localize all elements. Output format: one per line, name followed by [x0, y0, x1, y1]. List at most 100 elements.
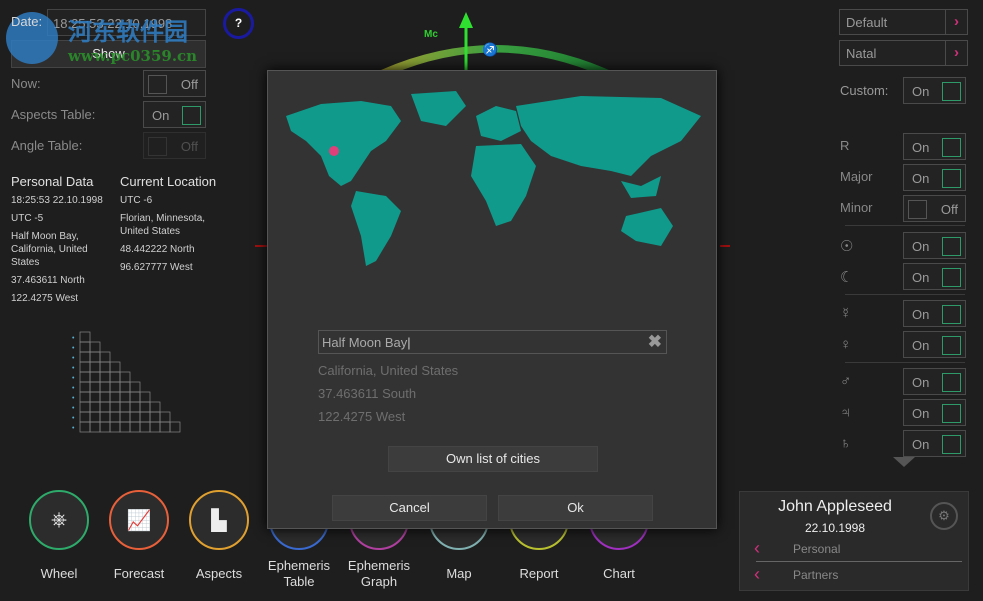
aspect-cell [139, 411, 151, 423]
planet-glyph: • [72, 395, 75, 402]
aspect-cell [129, 411, 141, 423]
chevron-right-icon[interactable]: › [945, 41, 967, 65]
aspect-cell [79, 401, 91, 413]
current-lon: 96.627777 West [120, 262, 193, 273]
aspect-cell [89, 401, 101, 413]
aspect-cell [119, 411, 131, 423]
chevron-right-icon[interactable]: › [945, 10, 967, 34]
aspect-cell [109, 391, 121, 403]
toggle-state: Off [180, 77, 198, 92]
now-label: Now: [11, 76, 41, 91]
personal-place: Half Moon Bay, California, United States [11, 231, 88, 268]
sagittarius-icon: ♐ [482, 42, 499, 57]
aspects-table-toggle[interactable]: On [143, 101, 206, 128]
personal-link[interactable]: Personal [793, 542, 840, 556]
aspect-cell [139, 391, 151, 403]
planet-toggle[interactable]: On [903, 300, 966, 327]
current-place: Florian, Minnesota, United States [120, 213, 206, 237]
nav-wheel-button[interactable]: ⎈ [29, 490, 89, 550]
aspect-cell [109, 361, 121, 373]
nav-aspects-button[interactable]: ▙ [189, 490, 249, 550]
own-list-button[interactable]: Own list of cities [388, 446, 598, 472]
toggle-label: Major [840, 169, 873, 184]
planet-glyph: • [72, 355, 75, 362]
partners-link[interactable]: Partners [793, 568, 838, 582]
gear-icon[interactable]: ⚙ [930, 502, 958, 530]
planet-toggle[interactable]: On [903, 164, 966, 191]
planet-toggle[interactable]: On [903, 133, 966, 160]
city-search-input[interactable]: Half Moon Bay| ✖ [318, 330, 667, 354]
preset-select[interactable]: Default › [839, 9, 968, 35]
toggle-state: On [912, 270, 930, 285]
city-region: California, United States [318, 363, 459, 378]
aspect-cell [129, 421, 141, 433]
aspect-cell [109, 371, 121, 383]
aspect-cell [89, 371, 101, 383]
toggle-state: On [912, 239, 930, 254]
aspect-cell [119, 371, 131, 383]
custom-label: Custom: [840, 83, 889, 98]
toggle-state: Off [180, 139, 198, 154]
world-map[interactable] [281, 86, 706, 271]
nav-label: Report [519, 566, 559, 581]
now-toggle[interactable]: Off [143, 70, 206, 97]
custom-toggle[interactable]: On [903, 77, 966, 104]
trend-chart-icon: 📈 [126, 509, 152, 532]
planet-glyph: • [72, 365, 75, 372]
angle-table-toggle[interactable]: Off [143, 132, 206, 159]
city-latitude: 37.463611 South [318, 386, 417, 401]
planet-glyph: • [72, 335, 75, 342]
chevron-left-icon[interactable]: ‹ [754, 564, 760, 585]
ok-button[interactable]: Ok [498, 495, 653, 521]
nav-forecast-button[interactable]: 📈 [109, 490, 169, 550]
date-label: Date: [11, 14, 43, 29]
aspect-cell [149, 401, 161, 413]
aspect-cell [99, 351, 111, 363]
aspect-cell [99, 391, 111, 403]
aspects-grid-icon: ▙ [211, 509, 227, 532]
aspect-cell [89, 351, 101, 363]
aspect-cell [89, 411, 101, 423]
toggle-label: ☿ [840, 305, 852, 322]
toggle-state: On [912, 307, 930, 322]
cancel-button[interactable]: Cancel [332, 495, 487, 521]
aspect-cell [79, 391, 91, 403]
aspect-cell [159, 411, 171, 423]
aspect-cell [79, 341, 91, 353]
chevron-left-icon[interactable]: ‹ [754, 538, 760, 559]
aspect-cell [89, 341, 101, 353]
current-location-title: Current Location [120, 174, 217, 189]
preset-value: Default [846, 15, 888, 30]
nav-label: Forecast [113, 566, 165, 581]
aspect-cell [99, 381, 111, 393]
planet-glyph: • [72, 425, 75, 432]
planet-toggle[interactable]: On [903, 368, 966, 395]
planet-toggle[interactable]: On [903, 399, 966, 426]
aspect-cell [89, 381, 101, 393]
clear-icon[interactable]: ✖ [648, 332, 662, 352]
aspect-cell [119, 401, 131, 413]
aspect-cell [109, 411, 121, 423]
planet-glyph: • [72, 415, 75, 422]
toggle-label: ♄ [840, 435, 852, 452]
aspect-cell [109, 421, 121, 433]
aspect-cell [99, 361, 111, 373]
chart-type-value: Natal [846, 46, 877, 61]
mc-label: Mc [424, 29, 438, 40]
profile-name: John Appleseed [778, 498, 892, 515]
nav-label: Ephemeris Table [267, 558, 331, 589]
planet-toggle[interactable]: On [903, 430, 966, 457]
planet-toggle[interactable]: On [903, 263, 966, 290]
aspect-cell [149, 411, 161, 423]
aspect-cell [149, 421, 161, 433]
aspect-cell [119, 391, 131, 403]
planet-toggle[interactable]: On [903, 232, 966, 259]
planet-toggle[interactable]: Off [903, 195, 966, 222]
planet-glyph: • [72, 405, 75, 412]
planet-toggle[interactable]: On [903, 331, 966, 358]
aspect-cell [169, 421, 181, 433]
scroll-down-icon[interactable] [893, 457, 915, 467]
chart-type-select[interactable]: Natal › [839, 40, 968, 66]
toggle-label: R [840, 138, 850, 153]
aspect-cell [129, 391, 141, 403]
